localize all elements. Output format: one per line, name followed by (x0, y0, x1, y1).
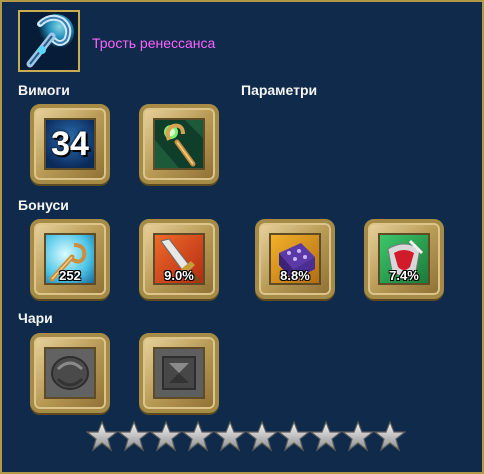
parameter-slot[interactable] (139, 104, 219, 184)
star-icon (341, 420, 375, 452)
bonus-slot-3[interactable]: 8.8% (255, 219, 335, 299)
bonus-slot-4[interactable]: 7.4% (364, 219, 444, 299)
sword-attack-icon: 9.0% (153, 233, 205, 285)
critical-shield-icon: 7.4% (378, 233, 430, 285)
item-name: Трость ренессанса (92, 35, 216, 51)
empty-round-charm-icon (44, 347, 96, 399)
charm-slot-2[interactable] (139, 333, 219, 413)
empty-square-charm-icon (153, 347, 205, 399)
item-tooltip-panel: Трость ренессанса Вимоги Параметри 34 Бо… (0, 0, 484, 474)
bonus-slot-1[interactable]: 252 (30, 219, 110, 299)
renaissance-cane-icon (18, 10, 80, 72)
bonuses-label: Бонуси (18, 197, 69, 213)
bonus-value-3: 8.8% (280, 268, 310, 283)
level-requirement-background: 34 (44, 118, 96, 170)
star-icon (245, 420, 279, 452)
magic-cane-icon: 252 (44, 233, 96, 285)
enhancement-stars (85, 420, 407, 456)
charm-slot-1[interactable] (30, 333, 110, 413)
star-icon (85, 420, 119, 452)
bonus-value-1: 252 (59, 268, 81, 283)
bonus-value-4: 7.4% (389, 268, 419, 283)
requirements-label: Вимоги (18, 82, 70, 98)
star-icon (117, 420, 151, 452)
star-icon (277, 420, 311, 452)
bonus-slot-2[interactable]: 9.0% (139, 219, 219, 299)
star-icon (181, 420, 215, 452)
staff-weapon-type-icon (153, 118, 205, 170)
star-icon (149, 420, 183, 452)
dice-luck-icon: 8.8% (269, 233, 321, 285)
level-requirement-value: 34 (51, 124, 89, 163)
star-icon (213, 420, 247, 452)
bonus-value-2: 9.0% (164, 268, 194, 283)
charms-label: Чари (18, 310, 53, 326)
star-icon (373, 420, 407, 452)
star-icon (309, 420, 343, 452)
level-requirement-slot[interactable]: 34 (30, 104, 110, 184)
parameters-label: Параметри (241, 82, 318, 98)
